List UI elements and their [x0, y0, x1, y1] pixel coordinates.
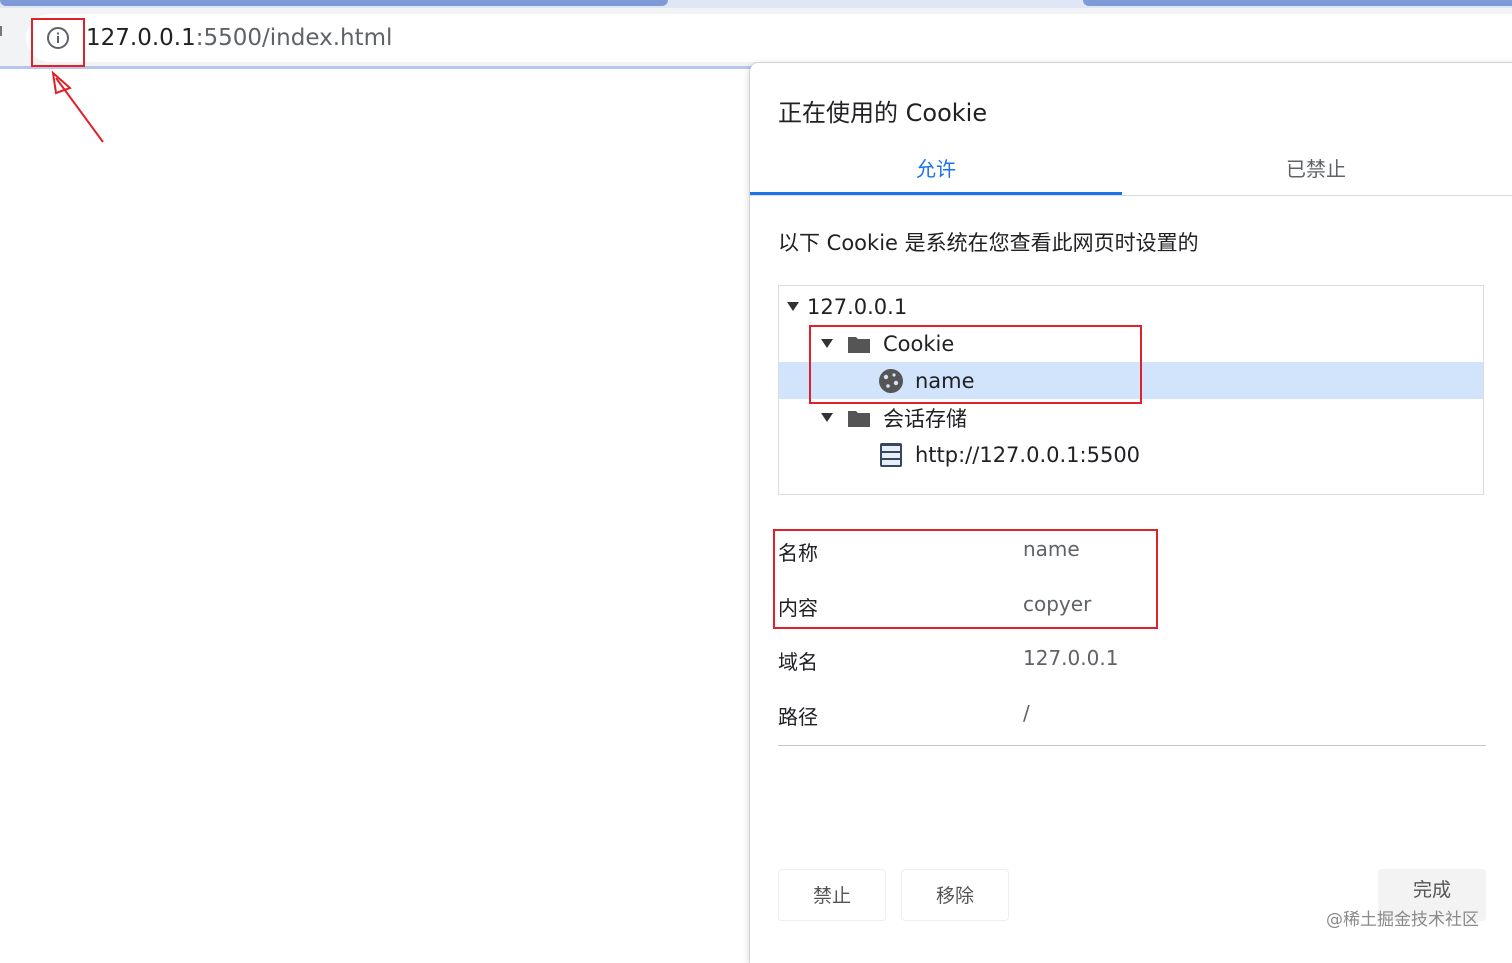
- annotation-box-cookie: [809, 325, 1142, 404]
- annotation-arrow-icon: [51, 70, 104, 143]
- detail-key: 域名: [778, 650, 818, 674]
- watermark: @稀土掘金技术社区: [1326, 910, 1479, 930]
- triangle-down-icon[interactable]: [787, 302, 799, 311]
- block-button[interactable]: 禁止: [778, 869, 886, 921]
- cookies-dialog: 正在使用的 Cookie 允许 已禁止 以下 Cookie 是系统在您查看此网页…: [750, 63, 1512, 963]
- triangle-down-icon[interactable]: [821, 413, 833, 422]
- tab-allowed[interactable]: 允许: [750, 149, 1122, 195]
- detail-row-path: 路径 /: [778, 689, 1486, 739]
- tree-node-host[interactable]: 127.0.0.1: [779, 288, 1483, 325]
- detail-row-domain: 域名 127.0.0.1: [778, 634, 1486, 684]
- annotation-box-details: [773, 529, 1158, 629]
- tree-node-origin[interactable]: http://127.0.0.1:5500: [779, 436, 1483, 473]
- url-host: 127.0.0.1: [86, 25, 196, 51]
- tab-blocked[interactable]: 已禁止: [1130, 149, 1502, 193]
- browser-tab-right[interactable]: [1083, 0, 1512, 6]
- dialog-tabs: 允许 已禁止: [750, 149, 1512, 196]
- remove-button[interactable]: 移除: [901, 869, 1009, 921]
- dialog-title: 正在使用的 Cookie: [778, 99, 988, 127]
- tree-node-label: http://127.0.0.1:5500: [915, 442, 1141, 467]
- annotation-box-info: [31, 18, 85, 67]
- tree-node-label: 会话存储: [883, 406, 967, 431]
- url-path: :5500/index.html: [195, 25, 393, 51]
- tree-node-label: 127.0.0.1: [807, 294, 908, 319]
- details-divider: [778, 745, 1486, 746]
- address-url[interactable]: 127.0.0.1:5500/index.html: [86, 22, 392, 54]
- detail-key: 路径: [778, 705, 818, 729]
- detail-value: 127.0.0.1: [1023, 646, 1119, 670]
- tab-strip: [0, 0, 1512, 8]
- folder-icon: [847, 408, 871, 428]
- browser-tab-left[interactable]: [0, 0, 668, 6]
- dialog-description: 以下 Cookie 是系统在您查看此网页时设置的: [778, 231, 1199, 255]
- database-icon: [877, 441, 905, 469]
- detail-value: /: [1023, 701, 1030, 725]
- tree-node-session-storage[interactable]: 会话存储: [779, 399, 1483, 436]
- window-edge-marker: [0, 26, 2, 36]
